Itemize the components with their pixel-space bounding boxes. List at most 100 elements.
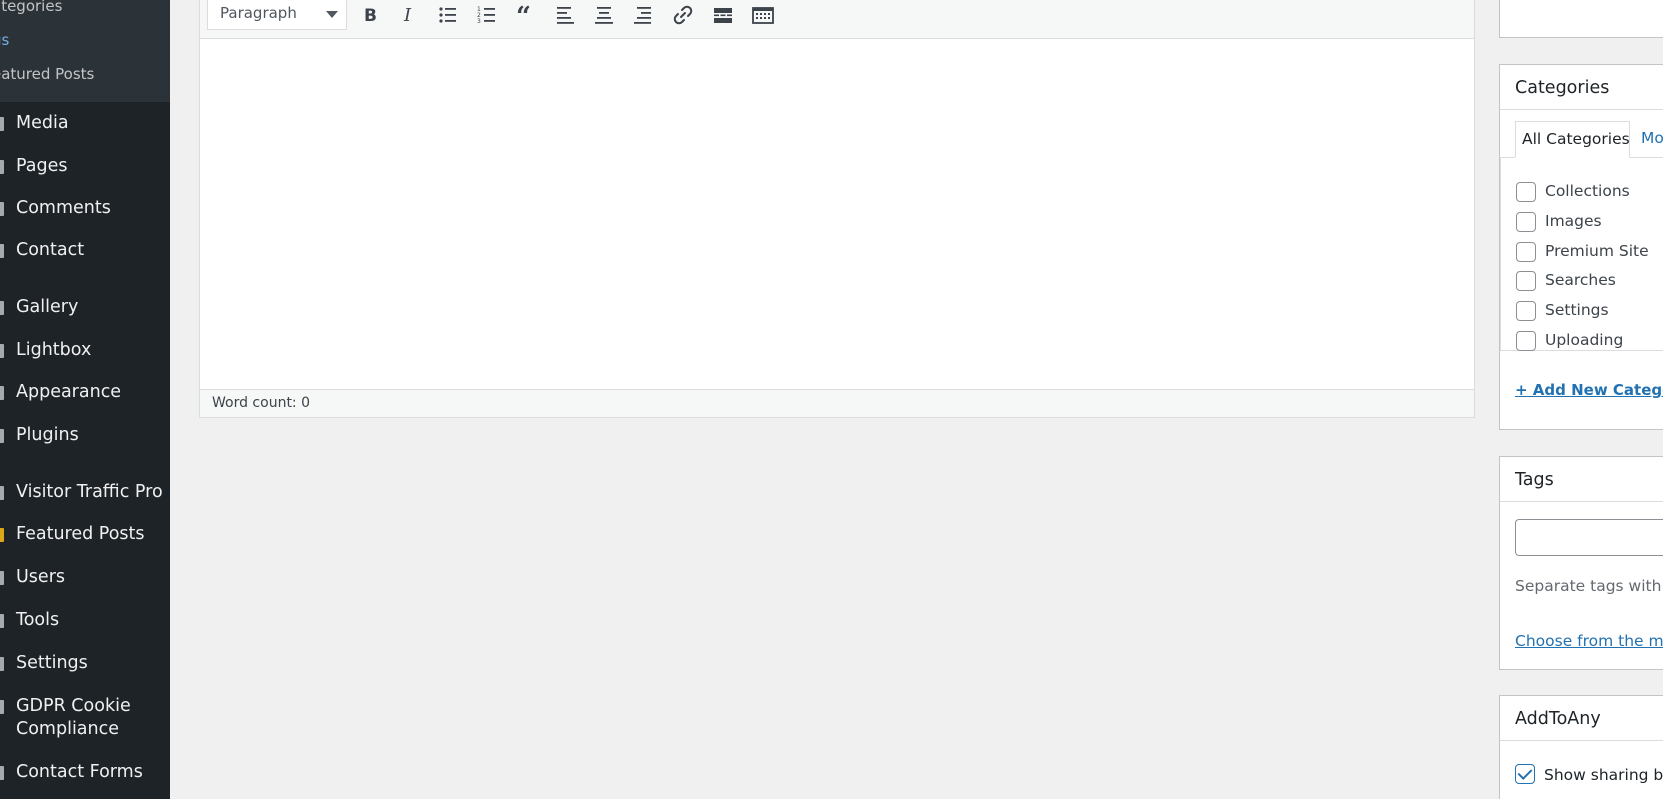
format-select-value: Paragraph xyxy=(220,4,297,22)
plugins-icon xyxy=(0,429,4,443)
categories-title: Categories xyxy=(1515,78,1610,98)
categories-box: Categories Collections Images Premium Si… xyxy=(1499,64,1663,430)
keyboard-icon xyxy=(752,7,774,24)
show-sharing-label: Show sharing bu xyxy=(1544,766,1663,784)
italic-button[interactable]: I xyxy=(394,1,424,29)
settings-icon xyxy=(0,657,4,671)
users-icon xyxy=(0,571,4,585)
gallery-icon xyxy=(0,301,4,315)
sidebar-item-label: Users xyxy=(16,567,66,587)
category-label: Premium Site xyxy=(1545,242,1649,260)
category-label: Images xyxy=(1545,212,1602,230)
wp-admin-page: ategories gs eatured Posts Media Pages C… xyxy=(0,0,1663,799)
sidebar-item-label: Visitor Traffic Pro xyxy=(16,482,163,502)
lightbox-icon xyxy=(0,344,4,358)
submenu-item-categories[interactable]: ategories xyxy=(0,0,62,15)
shield-icon xyxy=(0,700,4,714)
toolbar-toggle-button[interactable] xyxy=(748,1,778,29)
align-right-icon xyxy=(634,7,651,24)
sidebar-item-label: Gallery xyxy=(16,297,79,317)
admin-sidebar: ategories gs eatured Posts Media Pages C… xyxy=(0,0,170,799)
numbered-list-icon: 1 2 3 xyxy=(477,6,495,25)
bulleted-list-button[interactable] xyxy=(433,1,463,29)
sidebar-item-label: Pages xyxy=(16,156,68,176)
comments-icon xyxy=(0,202,4,216)
tools-icon xyxy=(0,614,4,628)
align-left-icon xyxy=(557,7,574,24)
forms-icon xyxy=(0,766,4,780)
chevron-down-icon xyxy=(326,11,338,18)
sidebar-item-label: Contact xyxy=(16,240,85,260)
category-label: Settings xyxy=(1545,301,1609,319)
svg-text:“: “ xyxy=(516,4,531,26)
sidebar-item-label: Tools xyxy=(16,610,60,630)
align-right-button[interactable] xyxy=(628,1,658,29)
addtoany-box: AddToAny Show sharing bu xyxy=(1499,695,1663,799)
tab-all-categories[interactable]: All Categories xyxy=(1515,121,1630,158)
align-center-button[interactable] xyxy=(589,1,619,29)
tags-title: Tags xyxy=(1515,470,1554,490)
tags-input[interactable] xyxy=(1515,519,1663,556)
submenu-item-tags[interactable]: gs xyxy=(0,31,9,49)
category-checkbox[interactable] xyxy=(1516,212,1536,232)
submenu-item-featured-posts[interactable]: eatured Posts xyxy=(0,65,94,83)
category-checkbox[interactable] xyxy=(1516,182,1536,202)
sidebar-item-label: Lightbox xyxy=(16,340,92,360)
category-checkbox[interactable] xyxy=(1516,242,1536,262)
media-icon xyxy=(0,117,4,131)
show-sharing-checkbox[interactable] xyxy=(1515,764,1535,784)
blockquote-icon: “ xyxy=(516,4,531,26)
bulleted-list-icon xyxy=(439,7,456,23)
category-label: Uploading xyxy=(1545,331,1624,349)
category-label: Searches xyxy=(1545,271,1616,289)
categories-tabs: Collections Images Premium Site Searches… xyxy=(1500,121,1663,351)
word-count: Word count: 0 xyxy=(212,395,311,411)
italic-icon: I xyxy=(403,5,412,26)
svg-text:I: I xyxy=(403,5,412,26)
editor-content-area[interactable] xyxy=(200,39,1474,389)
classic-editor: Paragraph B I 1 2 3 “ Word count: 0 xyxy=(199,0,1475,418)
bold-button[interactable]: B xyxy=(355,1,385,29)
sidebar-item-label: Plugins xyxy=(16,425,79,445)
sidebar-item-label: Featured Posts xyxy=(16,524,145,544)
category-checkbox[interactable] xyxy=(1516,271,1536,291)
add-new-category-link[interactable]: + Add New Categor xyxy=(1515,381,1663,399)
tags-help-text: Separate tags with co xyxy=(1515,577,1663,595)
star-icon xyxy=(0,528,4,542)
insert-link-button[interactable] xyxy=(668,1,698,29)
category-checkbox[interactable] xyxy=(1516,331,1536,351)
sidebar-item-label: GDPR Cookie Compliance xyxy=(16,696,131,739)
bold-icon: B xyxy=(364,6,377,26)
editor-toolbar: Paragraph B I 1 2 3 “ xyxy=(200,0,1474,39)
addtoany-title: AddToAny xyxy=(1515,709,1601,729)
box-header-divider xyxy=(1500,501,1663,502)
blockquote-button[interactable]: “ xyxy=(511,1,541,29)
sidebar-item-label: Contact Forms xyxy=(16,762,143,782)
sidebar-item-label: Comments xyxy=(16,198,111,218)
box-header-divider xyxy=(1500,109,1663,110)
link-icon xyxy=(673,5,693,25)
svg-text:3: 3 xyxy=(477,18,481,25)
tags-box: Tags Separate tags with co Choose from t… xyxy=(1499,456,1663,670)
category-checkbox[interactable] xyxy=(1516,301,1536,321)
align-center-icon xyxy=(595,7,613,24)
sidebar-item-label: Appearance xyxy=(16,382,122,402)
chart-icon xyxy=(0,486,4,500)
category-label: Collections xyxy=(1545,182,1630,200)
format-select[interactable]: Paragraph xyxy=(207,0,347,30)
contact-icon xyxy=(0,244,4,258)
tab-most-used[interactable]: Mo xyxy=(1641,129,1663,147)
publish-box-bottom xyxy=(1499,0,1663,38)
read-more-button[interactable] xyxy=(708,1,738,29)
sidebar-item-label: Settings xyxy=(16,653,88,673)
sidebar-item-label: Media xyxy=(16,113,69,133)
editor-statusbar: Word count: 0 xyxy=(200,389,1474,417)
choose-most-used-tags-link[interactable]: Choose from the mo xyxy=(1515,632,1663,650)
box-header-divider xyxy=(1500,740,1663,741)
align-left-button[interactable] xyxy=(550,1,580,29)
posts-submenu: ategories gs eatured Posts xyxy=(0,0,170,102)
appearance-icon xyxy=(0,386,4,400)
read-more-icon xyxy=(714,8,732,23)
pages-icon xyxy=(0,160,4,174)
numbered-list-button[interactable]: 1 2 3 xyxy=(472,1,502,29)
